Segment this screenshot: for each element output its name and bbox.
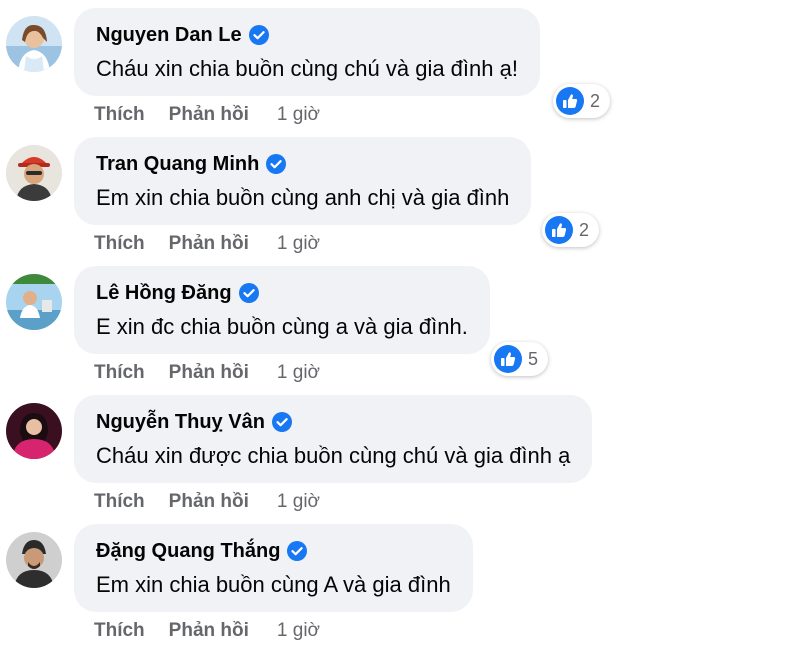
comment-actions: Thích Phản hồi 1 giờ <box>94 233 320 255</box>
author-name[interactable]: Nguyễn Thuỵ Vân <box>96 411 265 434</box>
timestamp[interactable]: 1 giờ <box>277 104 320 126</box>
like-button[interactable]: Thích <box>94 620 145 642</box>
reaction-number: 2 <box>579 219 590 240</box>
timestamp[interactable]: 1 giờ <box>277 620 320 642</box>
reaction-count[interactable]: 2 <box>553 84 611 118</box>
reply-button[interactable]: Phản hồi <box>169 620 249 642</box>
avatar[interactable] <box>6 403 62 459</box>
comment-actions: Thích Phản hồi 1 giờ <box>94 104 320 126</box>
verified-badge-icon <box>271 412 292 432</box>
reply-button[interactable]: Phản hồi <box>169 104 249 126</box>
like-reaction-icon <box>545 216 573 244</box>
comment-text: Cháu xin chia buồn cùng chú và gia đình … <box>96 56 518 81</box>
timestamp[interactable]: 1 giờ <box>277 362 320 384</box>
timestamp[interactable]: 1 giờ <box>277 233 320 255</box>
comment-bubble: Đặng Quang Thắng Em xin chia buồn cùng A… <box>74 524 473 612</box>
avatar[interactable] <box>6 145 62 201</box>
like-button[interactable]: Thích <box>94 491 145 513</box>
comment: Lê Hồng Đăng E xin đc chia buồn cùng a v… <box>0 266 800 396</box>
avatar[interactable] <box>6 16 62 72</box>
verified-badge-icon <box>266 154 287 174</box>
verified-badge-icon <box>287 541 308 561</box>
comment-bubble: Lê Hồng Đăng E xin đc chia buồn cùng a v… <box>74 266 490 354</box>
comment-bubble: Tran Quang Minh Em xin chia buồn cùng an… <box>74 137 532 225</box>
comment-text: Em xin chia buồn cùng anh chị và gia đìn… <box>96 185 510 210</box>
timestamp[interactable]: 1 giờ <box>277 491 320 513</box>
reaction-count[interactable]: 2 <box>542 213 600 247</box>
comment-list: Nguyen Dan Le Cháu xin chia buồn cùng ch… <box>0 0 800 646</box>
reaction-number: 2 <box>590 90 601 111</box>
comment: Đặng Quang Thắng Em xin chia buồn cùng A… <box>0 524 800 654</box>
like-reaction-icon <box>494 345 522 373</box>
comment-text: Cháu xin được chia buồn cùng chú và gia … <box>96 443 571 468</box>
author-name[interactable]: Tran Quang Minh <box>96 153 259 176</box>
comment-actions: Thích Phản hồi 1 giờ <box>94 620 320 642</box>
verified-badge-icon <box>238 283 259 303</box>
reply-button[interactable]: Phản hồi <box>169 491 249 513</box>
like-reaction-icon <box>556 87 584 115</box>
reply-button[interactable]: Phản hồi <box>169 233 249 255</box>
comment-bubble: Nguyễn Thuỵ Vân Cháu xin được chia buồn … <box>74 395 593 483</box>
reply-button[interactable]: Phản hồi <box>169 362 249 384</box>
comment-text: Em xin chia buồn cùng A và gia đình <box>96 572 451 597</box>
avatar[interactable] <box>6 532 62 588</box>
reaction-count[interactable]: 5 <box>491 342 549 376</box>
comment-bubble: Nguyen Dan Le Cháu xin chia buồn cùng ch… <box>74 8 540 96</box>
comment-actions: Thích Phản hồi 1 giờ <box>94 491 320 513</box>
like-button[interactable]: Thích <box>94 104 145 126</box>
like-button[interactable]: Thích <box>94 362 145 384</box>
avatar[interactable] <box>6 274 62 330</box>
author-name[interactable]: Đặng Quang Thắng <box>96 540 280 563</box>
comment: Tran Quang Minh Em xin chia buồn cùng an… <box>0 137 800 267</box>
author-name[interactable]: Nguyen Dan Le <box>96 24 242 47</box>
comment-text: E xin đc chia buồn cùng a và gia đình. <box>96 314 468 339</box>
comment: Nguyễn Thuỵ Vân Cháu xin được chia buồn … <box>0 395 800 525</box>
comment: Nguyen Dan Le Cháu xin chia buồn cùng ch… <box>0 8 800 138</box>
comment-actions: Thích Phản hồi 1 giờ <box>94 362 320 384</box>
like-button[interactable]: Thích <box>94 233 145 255</box>
verified-badge-icon <box>248 25 269 45</box>
author-name[interactable]: Lê Hồng Đăng <box>96 282 232 305</box>
reaction-number: 5 <box>528 348 539 369</box>
